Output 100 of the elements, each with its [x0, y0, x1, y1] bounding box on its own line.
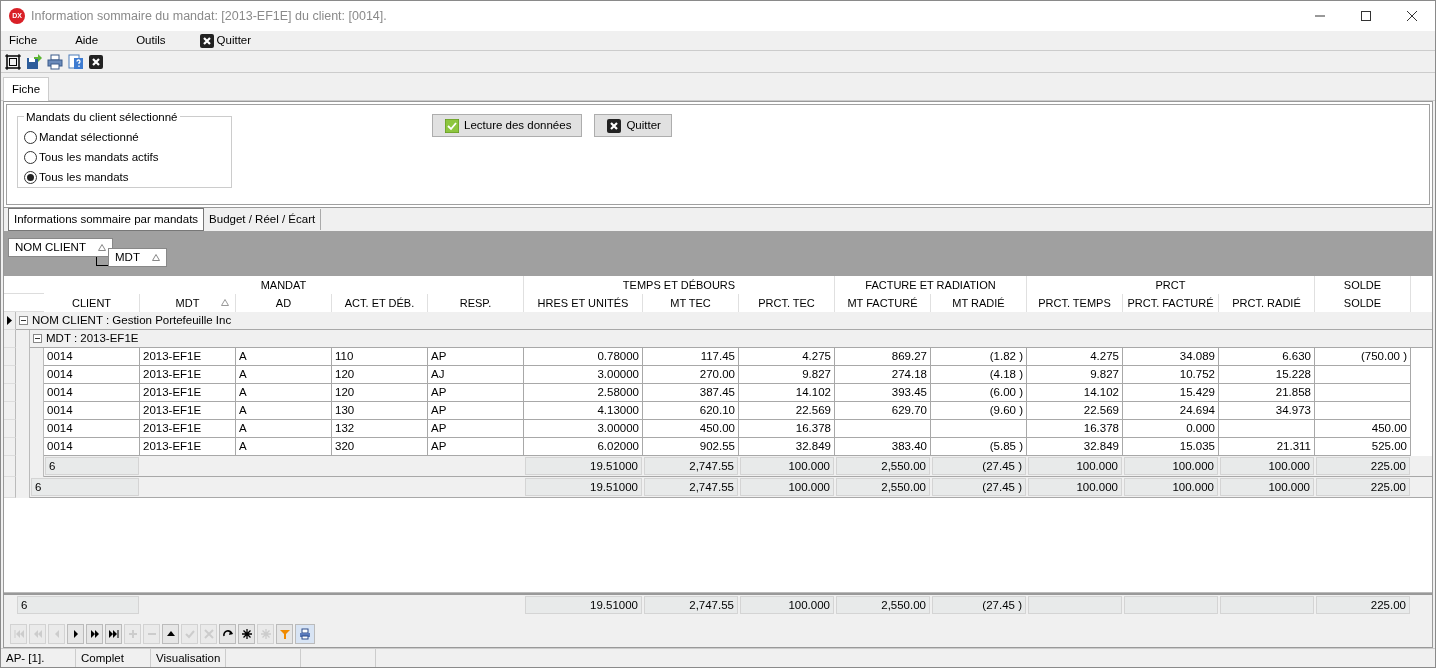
table-cell: 2013-EF1E [140, 420, 236, 439]
menu-item[interactable]: Fiche [1, 31, 46, 50]
tab[interactable]: Fiche [3, 77, 50, 102]
total-cell: 2,747.55 [644, 596, 738, 614]
print-icon[interactable] [295, 624, 315, 644]
table-cell: 629.70 [835, 402, 931, 421]
table-cell: 14.102 [739, 384, 835, 403]
radio-label: Mandat sélectionné [39, 129, 139, 145]
radio-button[interactable] [24, 170, 37, 184]
table-cell: 0014 [44, 402, 140, 421]
radio-button[interactable] [24, 130, 37, 144]
table-cell: 387.45 [643, 384, 739, 403]
table-cell: 16.378 [739, 420, 835, 439]
table-cell: 2013-EF1E [140, 366, 236, 385]
footer-cell: 2,747.55 [644, 457, 738, 476]
table-cell: 2013-EF1E [140, 384, 236, 403]
footer-cell: 225.00 [1316, 457, 1410, 476]
radio-label: Tous les mandats [39, 169, 129, 185]
tab[interactable]: Budget / Réel / Écart [204, 209, 322, 231]
table-cell: 450.00 [1315, 420, 1411, 439]
read-data-button[interactable]: Lecture des données [432, 114, 583, 138]
table-cell: 0014 [44, 348, 140, 367]
group-by-field[interactable]: NOM CLIENT [8, 238, 113, 258]
table-cell: AJ [428, 366, 524, 385]
footer-cell: 100.000 [740, 478, 834, 497]
collapse-icon[interactable] [33, 334, 42, 344]
radio-button[interactable] [24, 150, 37, 164]
frame-icon[interactable] [5, 53, 21, 70]
sort-icon [221, 299, 229, 307]
table-cell: 4.13000 [524, 402, 643, 421]
footer-cell: 2,550.00 [836, 457, 930, 476]
radio-label: Tous les mandats actifs [39, 149, 159, 165]
check-icon [445, 118, 459, 133]
row-indicator[interactable] [4, 312, 16, 331]
footer-cell: 100.000 [1220, 478, 1314, 497]
table-cell: 450.00 [643, 420, 739, 439]
table-cell: (750.00 ) [1315, 348, 1411, 367]
table-cell: 270.00 [643, 366, 739, 385]
footer-cell: (27.45 ) [932, 457, 1026, 476]
menu-item[interactable]: Aide [67, 31, 107, 50]
footer-cell: 19.51000 [525, 478, 642, 497]
help-icon[interactable] [68, 53, 84, 70]
table-cell: 132 [332, 420, 428, 439]
table-cell: 21.858 [1219, 384, 1315, 403]
menu-item[interactable]: Outils [128, 31, 174, 50]
table-cell: 0.000 [1123, 420, 1219, 439]
asterisk-icon[interactable] [238, 624, 255, 644]
footer-cell: 19.51000 [525, 457, 642, 476]
total-cell: 19.51000 [525, 596, 642, 614]
footer-cell: 100.000 [1028, 457, 1122, 476]
redo-icon[interactable] [219, 624, 236, 644]
total-cell: (27.45 ) [932, 596, 1026, 614]
table-cell: 0014 [44, 420, 140, 439]
next-icon[interactable] [67, 624, 84, 644]
table-cell: (6.00 ) [931, 384, 1027, 403]
total-cell: 2,550.00 [836, 596, 930, 614]
collapse-icon[interactable] [19, 316, 28, 326]
table-cell: 3.00000 [524, 420, 643, 439]
table-cell: A [236, 366, 332, 385]
close-icon [607, 118, 622, 133]
group-by-field[interactable]: MDT [108, 248, 167, 268]
table-cell: 130 [332, 402, 428, 421]
table-cell: (1.82 ) [931, 348, 1027, 367]
footer-cell: (27.45 ) [932, 478, 1026, 497]
current-row-icon [7, 316, 12, 326]
table-cell: 274.18 [835, 366, 931, 385]
footer-cell: 100.000 [740, 457, 834, 476]
footer-cell: 6 [45, 457, 139, 476]
footer-cell: 6 [31, 478, 139, 497]
table-cell: 2013-EF1E [140, 402, 236, 421]
close-icon[interactable] [89, 54, 103, 69]
total-cell: 6 [17, 596, 139, 614]
table-cell: 22.569 [739, 402, 835, 421]
quit-button[interactable]: Quitter [594, 114, 672, 138]
status-text: Complet [76, 649, 151, 667]
next-page-icon[interactable] [86, 624, 103, 644]
table-cell: 2013-EF1E [140, 348, 236, 367]
group-row-label: NOM CLIENT : Gestion Portefeuille Inc [32, 313, 232, 329]
footer-cell: 100.000 [1220, 457, 1314, 476]
table-cell: 34.973 [1219, 402, 1315, 421]
save-icon[interactable] [26, 53, 42, 70]
status-text: Visualisation [151, 649, 226, 667]
table-cell: 15.429 [1123, 384, 1219, 403]
table-cell: AP [428, 384, 524, 403]
close-icon [199, 33, 214, 48]
tab[interactable]: Informations sommaire par mandats [8, 208, 205, 232]
table-cell: A [236, 420, 332, 439]
window-title: Information sommaire du mandat: [2013-EF1E] du client: [0014]. [31, 7, 388, 25]
table-cell: 0014 [44, 366, 140, 385]
print-icon[interactable] [47, 53, 63, 70]
table-cell: 9.827 [1027, 366, 1123, 385]
table-cell: 9.827 [739, 366, 835, 385]
sort-icon [151, 254, 160, 262]
last-icon[interactable] [105, 624, 122, 644]
table-cell: 34.089 [1123, 348, 1219, 367]
footer-cell: 100.000 [1124, 478, 1218, 497]
table-cell: 120 [332, 366, 428, 385]
menu-item[interactable]: Quitter [191, 31, 260, 50]
sort-icon [97, 244, 106, 252]
total-cell: 100.000 [740, 596, 834, 614]
